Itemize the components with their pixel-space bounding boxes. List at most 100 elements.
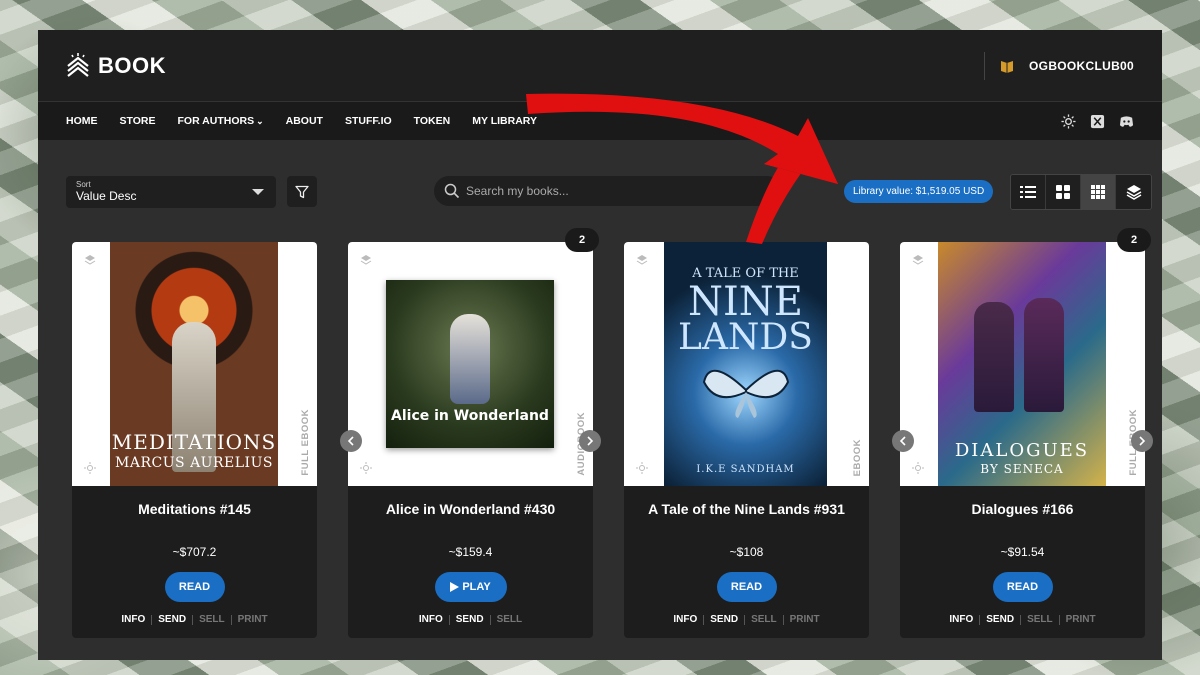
format-label: EBOOK	[852, 438, 863, 476]
copy-count-badge: 2	[565, 228, 599, 252]
sun-small-icon	[912, 462, 924, 474]
read-button[interactable]: READ	[164, 572, 225, 602]
cover-title: Alice in Wonderland	[391, 408, 549, 424]
layers-icon	[912, 255, 924, 265]
carousel-prev-button[interactable]	[340, 430, 362, 452]
play-button[interactable]: PLAY	[434, 572, 507, 602]
sell-link[interactable]: SELL	[1021, 614, 1059, 625]
cover-subtitle: BY SENECA	[980, 462, 1064, 476]
list-icon	[1020, 186, 1036, 198]
sort-label: Sort	[76, 180, 91, 189]
nav-home[interactable]: HOME	[66, 115, 98, 127]
nav-store[interactable]: STORE	[120, 115, 156, 127]
book-cover-area[interactable]: Alice in Wonderland AUDIOBOOK	[348, 242, 593, 486]
divider	[984, 51, 986, 80]
nav-right-icons	[1061, 113, 1134, 129]
layers-icon	[84, 255, 96, 265]
logo[interactable]: BOOK	[66, 52, 166, 80]
info-link[interactable]: INFO	[667, 614, 703, 625]
card-actions: INFO SEND SELL PRINT	[624, 614, 869, 625]
info-link[interactable]: INFO	[413, 614, 449, 625]
copy-count-badge: 2	[1117, 228, 1151, 252]
format-label: FULL EBOOK	[300, 409, 311, 476]
discord-icon[interactable]	[1119, 114, 1134, 129]
sort-select[interactable]: Sort Value Desc	[66, 176, 276, 208]
butterfly-icon	[702, 369, 790, 418]
figure-shape	[974, 302, 1014, 412]
book-cover-image: A TALE OF THE NINE LANDS I.K.E SANDHAM	[664, 242, 827, 486]
send-link[interactable]: SEND	[980, 614, 1020, 625]
library-value-badge: Library value: $1,519.05 USD	[844, 180, 994, 203]
sell-link[interactable]: SELL	[193, 614, 231, 625]
book-title: A Tale of the Nine Lands #931	[648, 501, 845, 517]
sell-link[interactable]: SELL	[745, 614, 783, 625]
book-card[interactable]: 2 DIALOGUES BY SENECA FULL EBOOK Dialogu…	[892, 228, 1153, 638]
book-card[interactable]: MEDITATIONS MARCUS AURELIUS FULL EBOOK M…	[72, 242, 317, 638]
card-actions: INFO SEND SELL PRINT	[900, 614, 1145, 625]
user-area: OGBOOKCLUB00	[984, 30, 1134, 101]
view-small-grid-button[interactable]	[1081, 175, 1116, 209]
search-bar[interactable]	[434, 176, 782, 206]
logo-text: BOOK	[98, 52, 166, 78]
filter-button[interactable]	[287, 176, 317, 207]
view-toggle	[1010, 174, 1152, 210]
sun-small-icon	[636, 462, 648, 474]
view-list-button[interactable]	[1011, 175, 1046, 209]
top-bar: BOOK OGBOOKCLUB00	[38, 30, 1162, 102]
search-icon	[444, 183, 460, 199]
info-link[interactable]: INFO	[115, 614, 151, 625]
carousel-next-button[interactable]	[1131, 430, 1153, 452]
sun-small-icon	[84, 462, 96, 474]
send-link[interactable]: SEND	[450, 614, 490, 625]
nav-about[interactable]: ABOUT	[286, 115, 323, 127]
sell-link[interactable]: SELL	[491, 614, 529, 625]
book-price: ~$707.2	[172, 545, 217, 559]
view-stack-button[interactable]	[1116, 175, 1151, 209]
nav-token[interactable]: TOKEN	[414, 115, 451, 127]
book-cover-area[interactable]: MEDITATIONS MARCUS AURELIUS FULL EBOOK	[72, 242, 317, 486]
cover-title-nine: NINE	[688, 279, 803, 325]
figure-shape	[1024, 298, 1064, 412]
print-link[interactable]: PRINT	[232, 614, 274, 625]
nav-my-library[interactable]: MY LIBRARY	[472, 115, 537, 127]
print-link[interactable]: PRINT	[784, 614, 826, 625]
search-input[interactable]	[466, 184, 746, 198]
carousel-prev-button[interactable]	[892, 430, 914, 452]
chevron-right-icon	[587, 436, 594, 446]
layers-icon	[360, 255, 372, 265]
book-price: ~$91.54	[1000, 545, 1045, 559]
play-label: PLAY	[462, 581, 491, 593]
send-link[interactable]: SEND	[152, 614, 192, 625]
info-link[interactable]: INFO	[943, 614, 979, 625]
card-actions: INFO SEND SELL PRINT	[72, 614, 317, 625]
book-price: ~$159.4	[448, 545, 493, 559]
layers-icon	[1126, 185, 1141, 200]
carousel-next-button[interactable]	[579, 430, 601, 452]
book-title: Alice in Wonderland #430	[385, 501, 556, 517]
sort-value: Value Desc	[76, 189, 137, 203]
main-nav: HOME STORE FOR AUTHORS ⌄ ABOUT STUFF.IO …	[38, 102, 1162, 140]
chevron-left-icon	[899, 436, 906, 446]
nav-for-authors[interactable]: FOR AUTHORS ⌄	[177, 115, 263, 127]
x-twitter-icon[interactable]	[1090, 114, 1105, 129]
book-card[interactable]: 2 Alice in Wonderland AUDIOBOOK Alice in…	[340, 228, 601, 638]
card-actions: INFO SEND SELL	[348, 614, 593, 625]
grid-small-icon	[1091, 185, 1105, 199]
book-card[interactable]: A TALE OF THE NINE LANDS I.K.E SANDHAM E…	[624, 242, 869, 638]
read-button[interactable]: READ	[992, 572, 1053, 602]
rabbit-shape	[450, 314, 490, 404]
book-cover-area[interactable]: DIALOGUES BY SENECA FULL EBOOK	[900, 242, 1145, 486]
read-button[interactable]: READ	[716, 572, 777, 602]
nav-stuffio[interactable]: STUFF.IO	[345, 115, 392, 127]
book-price: ~$108	[729, 545, 764, 559]
sun-icon[interactable]	[1061, 113, 1076, 129]
cover-title-lands: LANDS	[678, 317, 813, 358]
book-cover-area[interactable]: A TALE OF THE NINE LANDS I.K.E SANDHAM E…	[624, 242, 869, 486]
book-grid: MEDITATIONS MARCUS AURELIUS FULL EBOOK M…	[72, 228, 1153, 638]
username[interactable]: OGBOOKCLUB00	[1029, 59, 1134, 73]
send-link[interactable]: SEND	[704, 614, 744, 625]
view-large-grid-button[interactable]	[1046, 175, 1081, 209]
chevron-down-icon: ⌄	[256, 115, 264, 126]
print-link[interactable]: PRINT	[1060, 614, 1102, 625]
chevron-left-icon	[347, 436, 354, 446]
